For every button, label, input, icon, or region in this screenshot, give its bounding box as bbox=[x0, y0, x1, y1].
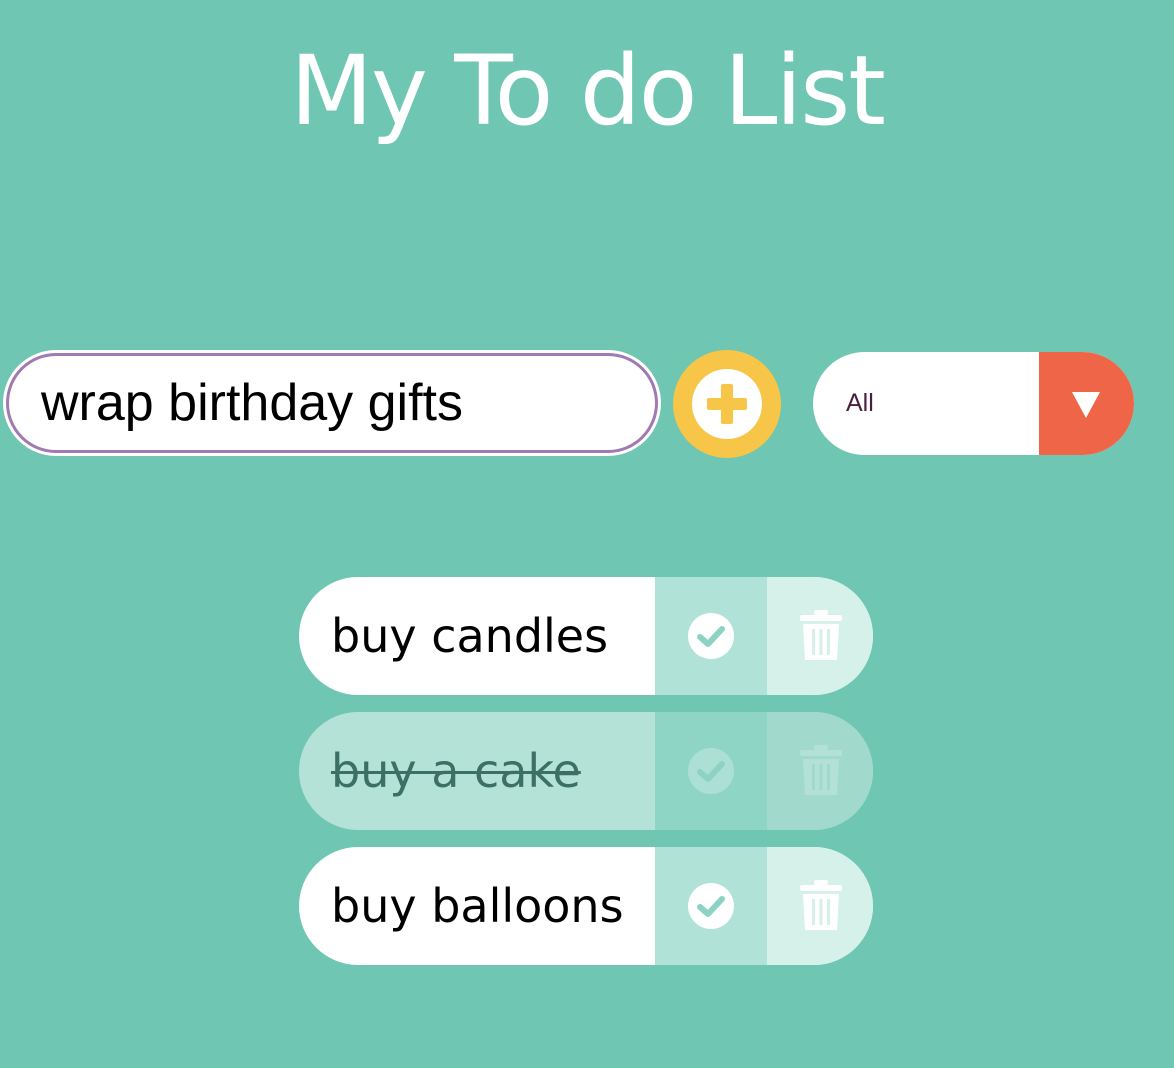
trash-icon bbox=[800, 880, 842, 930]
trash-icon bbox=[800, 610, 842, 660]
check-circle-icon bbox=[688, 613, 734, 659]
check-circle-icon bbox=[688, 748, 734, 794]
delete-button[interactable] bbox=[767, 577, 873, 695]
filter-select[interactable]: All bbox=[813, 352, 1134, 455]
todo-item: buy balloons bbox=[299, 847, 873, 965]
todo-input[interactable] bbox=[6, 353, 658, 453]
filter-dropdown-toggle[interactable] bbox=[1039, 352, 1134, 455]
plus-vertical-bar bbox=[721, 384, 733, 424]
add-todo-button[interactable] bbox=[673, 350, 781, 458]
complete-button[interactable] bbox=[655, 847, 767, 965]
delete-button[interactable] bbox=[767, 847, 873, 965]
todo-item: buy a cake bbox=[299, 712, 873, 830]
plus-circle-icon bbox=[692, 369, 762, 439]
complete-button[interactable] bbox=[655, 577, 767, 695]
todo-text: buy candles bbox=[331, 609, 609, 663]
delete-button[interactable] bbox=[767, 712, 873, 830]
filter-selected-value: All bbox=[846, 389, 874, 417]
triangle-down-icon bbox=[1072, 392, 1100, 418]
todo-text: buy balloons bbox=[331, 879, 624, 933]
check-circle-icon bbox=[688, 883, 734, 929]
todo-input-wrapper bbox=[3, 350, 661, 456]
todo-text: buy a cake bbox=[331, 744, 581, 798]
page-title: My To do List bbox=[290, 35, 886, 147]
complete-button[interactable] bbox=[655, 712, 767, 830]
todo-list: buy candles buy a cake buy balloons bbox=[299, 577, 873, 982]
todo-item: buy candles bbox=[299, 577, 873, 695]
trash-icon bbox=[800, 745, 842, 795]
